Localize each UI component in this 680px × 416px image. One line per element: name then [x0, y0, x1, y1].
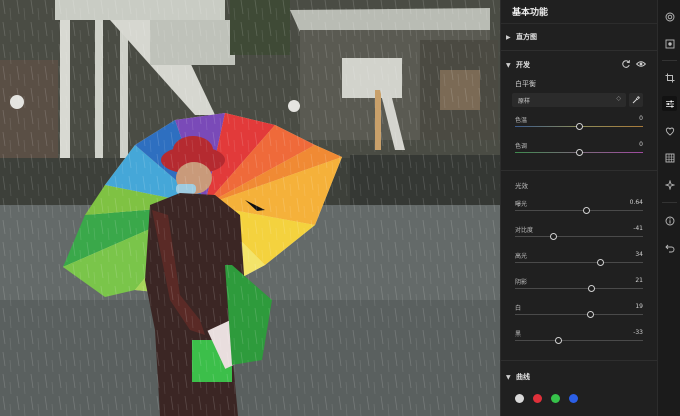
sparkle-tool[interactable]	[662, 177, 677, 192]
slider-thumb[interactable]	[583, 207, 591, 214]
slider[interactable]: 白 19	[515, 303, 643, 318]
filter-tool[interactable]	[662, 9, 677, 24]
crop-icon	[665, 73, 674, 82]
select-caret-icon: ◇	[616, 95, 621, 102]
undo-tool[interactable]	[662, 240, 677, 255]
crop-tool[interactable]	[662, 70, 677, 85]
slider-track[interactable]	[515, 236, 643, 237]
curve-channel-dot[interactable]	[533, 394, 542, 403]
slider-label: 曝光	[515, 201, 528, 208]
slider-track[interactable]	[515, 288, 643, 289]
slider[interactable]: 对比度 -41	[515, 225, 643, 240]
curve-channel-dot[interactable]	[515, 394, 524, 403]
light-section-label: 光效	[515, 182, 528, 190]
curve-channel-dot[interactable]	[551, 394, 560, 403]
slider[interactable]: 黑 -33	[515, 329, 643, 344]
curves-label: 曲线	[516, 373, 530, 381]
slider-thumb[interactable]	[597, 259, 605, 266]
photo-image	[0, 0, 500, 416]
slider-thumb[interactable]	[575, 149, 583, 156]
divider	[501, 170, 658, 171]
slider[interactable]: 曝光 0.64	[515, 199, 643, 214]
develop-panel: 基本功能 ▶ 直方图 ▼ 开发 白平衡 原样 ◇ 色温 0 色调 0 光效 曝光 0.6…	[500, 0, 658, 416]
slider-label: 白	[515, 305, 522, 312]
curve-channel-dot[interactable]	[569, 394, 578, 403]
divider	[501, 50, 658, 51]
heal-icon	[665, 127, 674, 136]
tool-strip	[657, 0, 680, 416]
slider-value[interactable]: 34	[635, 251, 643, 258]
crop-overlay-tool[interactable]	[662, 36, 677, 51]
slider-value[interactable]: 0	[639, 115, 643, 122]
heal-tool[interactable]	[662, 123, 677, 138]
grid-tool[interactable]	[662, 150, 677, 165]
slider-value[interactable]: 21	[635, 277, 643, 284]
white-balance-value: 原样	[518, 98, 531, 105]
slider-track[interactable]	[515, 210, 643, 211]
reset-icon[interactable]	[621, 59, 631, 69]
slider[interactable]: 色温 0	[515, 115, 643, 130]
slider-track[interactable]	[515, 314, 643, 315]
slider[interactable]: 高光 34	[515, 251, 643, 266]
info-tool[interactable]	[662, 213, 677, 228]
eyedropper-button[interactable]	[629, 93, 643, 107]
photo-canvas[interactable]	[0, 0, 500, 416]
slider-label: 对比度	[515, 227, 534, 234]
sparkle-icon	[664, 179, 675, 190]
slider-label: 色温	[515, 117, 528, 124]
develop-label: 开发	[516, 61, 530, 69]
histogram-section-header[interactable]: ▶ 直方图	[501, 28, 658, 46]
divider	[662, 202, 677, 203]
slider-value[interactable]: 0	[639, 141, 643, 148]
panel-title: 基本功能	[501, 0, 657, 24]
slider-thumb[interactable]	[555, 337, 563, 344]
slider-label: 高光	[515, 253, 528, 260]
develop-section-header[interactable]: ▼ 开发	[501, 56, 658, 74]
slider-thumb[interactable]	[575, 123, 583, 130]
grid-icon	[665, 153, 674, 162]
histogram-label: 直方图	[516, 33, 537, 41]
white-balance-label: 白平衡	[515, 80, 536, 88]
adjust-sliders-icon	[665, 100, 674, 107]
slider-track[interactable]	[515, 340, 643, 341]
slider-label: 色调	[515, 143, 528, 150]
chevron-down-icon: ▼	[506, 373, 511, 381]
slider-value[interactable]: -33	[633, 329, 643, 336]
chevron-right-icon: ▶	[506, 33, 511, 41]
divider	[501, 360, 658, 361]
adjust-tool[interactable]	[662, 96, 677, 111]
curve-channel-selector	[515, 394, 578, 403]
crop-overlay-icon	[665, 39, 674, 48]
slider-value[interactable]: 19	[635, 303, 643, 310]
slider-label: 黑	[515, 331, 522, 338]
slider-label: 阴影	[515, 279, 528, 286]
chevron-down-icon: ▼	[506, 61, 511, 69]
slider-value[interactable]: -41	[633, 225, 643, 232]
slider-track[interactable]	[515, 262, 643, 263]
undo-icon	[664, 244, 674, 252]
white-balance-select[interactable]: 原样 ◇	[512, 93, 626, 107]
eyedropper-icon	[632, 96, 640, 104]
slider-thumb[interactable]	[588, 285, 596, 292]
slider[interactable]: 阴影 21	[515, 277, 643, 292]
filter-icon	[665, 12, 674, 21]
slider-value[interactable]: 0.64	[630, 199, 643, 206]
curves-section-header[interactable]: ▼ 曲线	[501, 368, 658, 386]
slider-thumb[interactable]	[587, 311, 595, 318]
divider	[662, 60, 677, 61]
slider-thumb[interactable]	[549, 233, 557, 240]
info-icon	[665, 216, 674, 225]
slider[interactable]: 色调 0	[515, 141, 643, 156]
eye-icon[interactable]	[636, 59, 646, 69]
